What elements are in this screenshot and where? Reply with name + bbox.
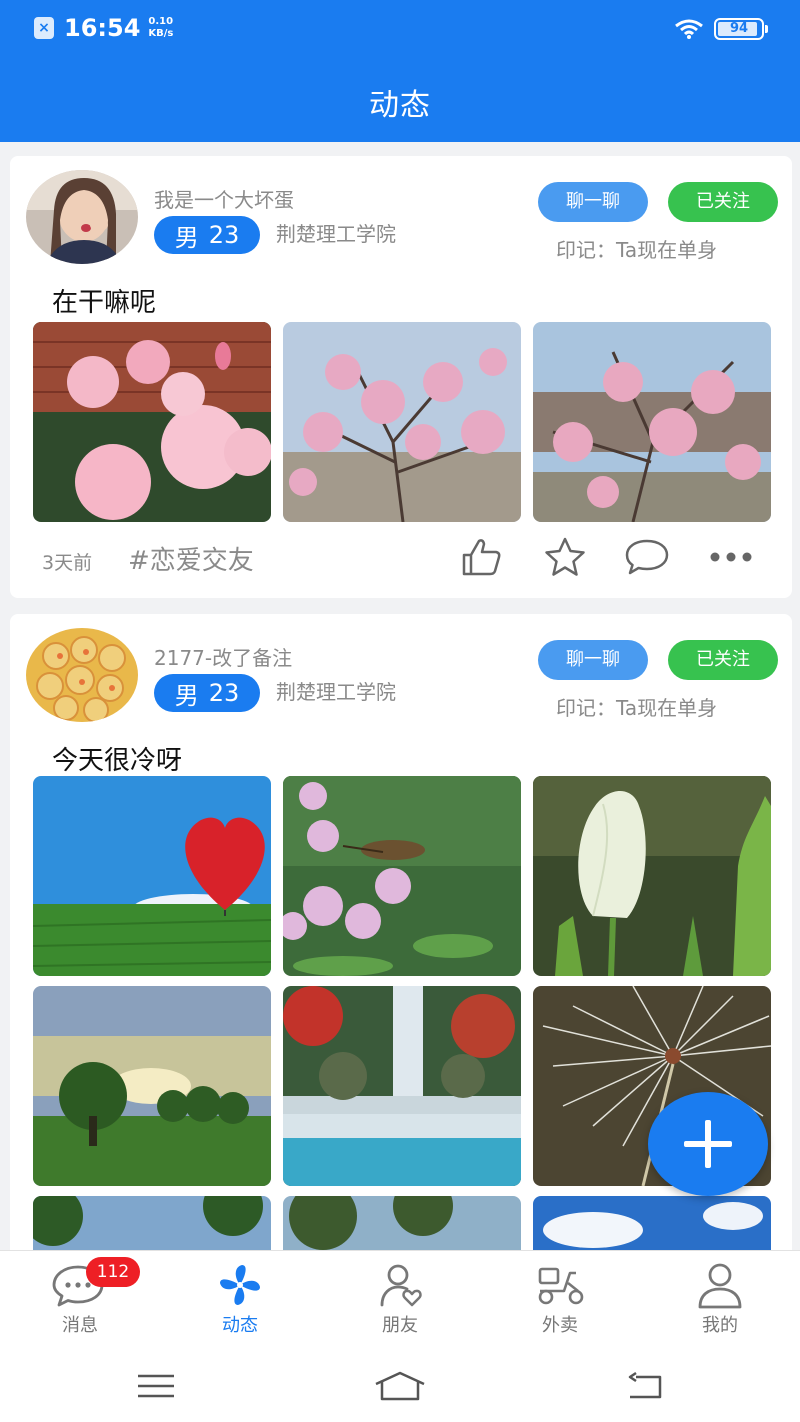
chat-button[interactable]: 聊一聊 xyxy=(538,640,648,680)
post-photo[interactable] xyxy=(283,986,521,1186)
tab-moments[interactable]: 动态 xyxy=(160,1251,320,1347)
menu-icon[interactable] xyxy=(126,1366,186,1406)
status-time: 16:54 xyxy=(64,14,141,42)
pinwheel-icon xyxy=(220,1265,260,1305)
page-title: 动态 xyxy=(369,88,431,123)
battery-icon: 94 xyxy=(714,18,768,40)
photo-grid xyxy=(33,776,771,1250)
post-photo[interactable] xyxy=(33,322,271,522)
post-card: 我是一个大坏蛋 男 23 荆楚理工学院 聊一聊 已关注 印记：Ta现在单身 在干嘛… xyxy=(10,156,792,598)
app-header: × 16:54 0.10 KB/s 94 动态 xyxy=(0,0,800,142)
post-text: 在干嘛呢 xyxy=(52,288,157,318)
home-icon[interactable] xyxy=(370,1366,430,1406)
friend-heart-icon xyxy=(380,1264,422,1307)
tab-takeout[interactable]: 外卖 xyxy=(480,1251,640,1347)
unread-badge: 112 xyxy=(86,1257,140,1287)
post-photo[interactable] xyxy=(33,986,271,1186)
post-photo[interactable] xyxy=(283,1196,521,1250)
gender-age-badge: 男 23 xyxy=(154,674,260,712)
user-mark: 印记：Ta现在单身 xyxy=(556,696,718,720)
follow-button[interactable]: 已关注 xyxy=(668,640,778,680)
post-photo[interactable] xyxy=(33,776,271,976)
gender-age-badge: 男 23 xyxy=(154,216,260,254)
post-photo[interactable] xyxy=(283,322,521,522)
bottom-tab-bar: 112 消息 动态 朋友 外卖 我的 xyxy=(0,1250,800,1346)
star-icon[interactable] xyxy=(542,534,588,580)
post-photo[interactable] xyxy=(283,776,521,976)
like-icon[interactable] xyxy=(458,534,504,580)
tab-label: 我的 xyxy=(702,1315,738,1336)
tab-label: 外卖 xyxy=(542,1315,578,1336)
avatar[interactable] xyxy=(26,170,138,264)
post-tag[interactable]: #恋爱交友 xyxy=(128,540,254,577)
tab-messages[interactable]: 112 消息 xyxy=(0,1251,160,1347)
user-mark: 印记：Ta现在单身 xyxy=(556,238,718,262)
plus-icon xyxy=(684,1120,732,1168)
battery-level: 94 xyxy=(729,21,749,36)
nickname: 我是一个大坏蛋 xyxy=(154,188,294,212)
scooter-icon xyxy=(538,1267,584,1305)
status-bar: × 16:54 0.10 KB/s 94 xyxy=(0,0,800,62)
back-icon[interactable] xyxy=(614,1366,674,1406)
add-post-button[interactable] xyxy=(648,1092,768,1196)
school-label: 荆楚理工学院 xyxy=(276,680,396,704)
avatar[interactable] xyxy=(26,628,138,722)
system-nav-bar xyxy=(0,1346,800,1422)
post-photo[interactable] xyxy=(533,776,771,976)
tab-label: 消息 xyxy=(62,1315,98,1336)
net-speed: 0.10 KB/s xyxy=(148,16,174,39)
wifi-icon xyxy=(675,19,703,39)
photo-grid xyxy=(33,322,771,522)
follow-button[interactable]: 已关注 xyxy=(668,182,778,222)
tab-mine[interactable]: 我的 xyxy=(640,1251,800,1347)
post-photo[interactable] xyxy=(533,1196,771,1250)
tab-label: 动态 xyxy=(222,1315,258,1336)
more-icon[interactable] xyxy=(708,534,754,580)
post-time: 3天前 xyxy=(42,552,93,574)
post-text: 今天很冷呀 xyxy=(52,746,183,776)
post-photo[interactable] xyxy=(533,322,771,522)
comment-icon[interactable] xyxy=(624,534,670,580)
tab-label: 朋友 xyxy=(382,1315,418,1336)
feed[interactable]: 我是一个大坏蛋 男 23 荆楚理工学院 聊一聊 已关注 印记：Ta现在单身 在干嘛… xyxy=(0,142,800,1250)
school-label: 荆楚理工学院 xyxy=(276,222,396,246)
tab-friends[interactable]: 朋友 xyxy=(320,1251,480,1347)
chat-button[interactable]: 聊一聊 xyxy=(538,182,648,222)
person-icon xyxy=(698,1263,742,1309)
nickname: 2177-改了备注 xyxy=(154,646,293,670)
post-photo[interactable] xyxy=(33,1196,271,1250)
sim-icon: × xyxy=(34,17,54,39)
